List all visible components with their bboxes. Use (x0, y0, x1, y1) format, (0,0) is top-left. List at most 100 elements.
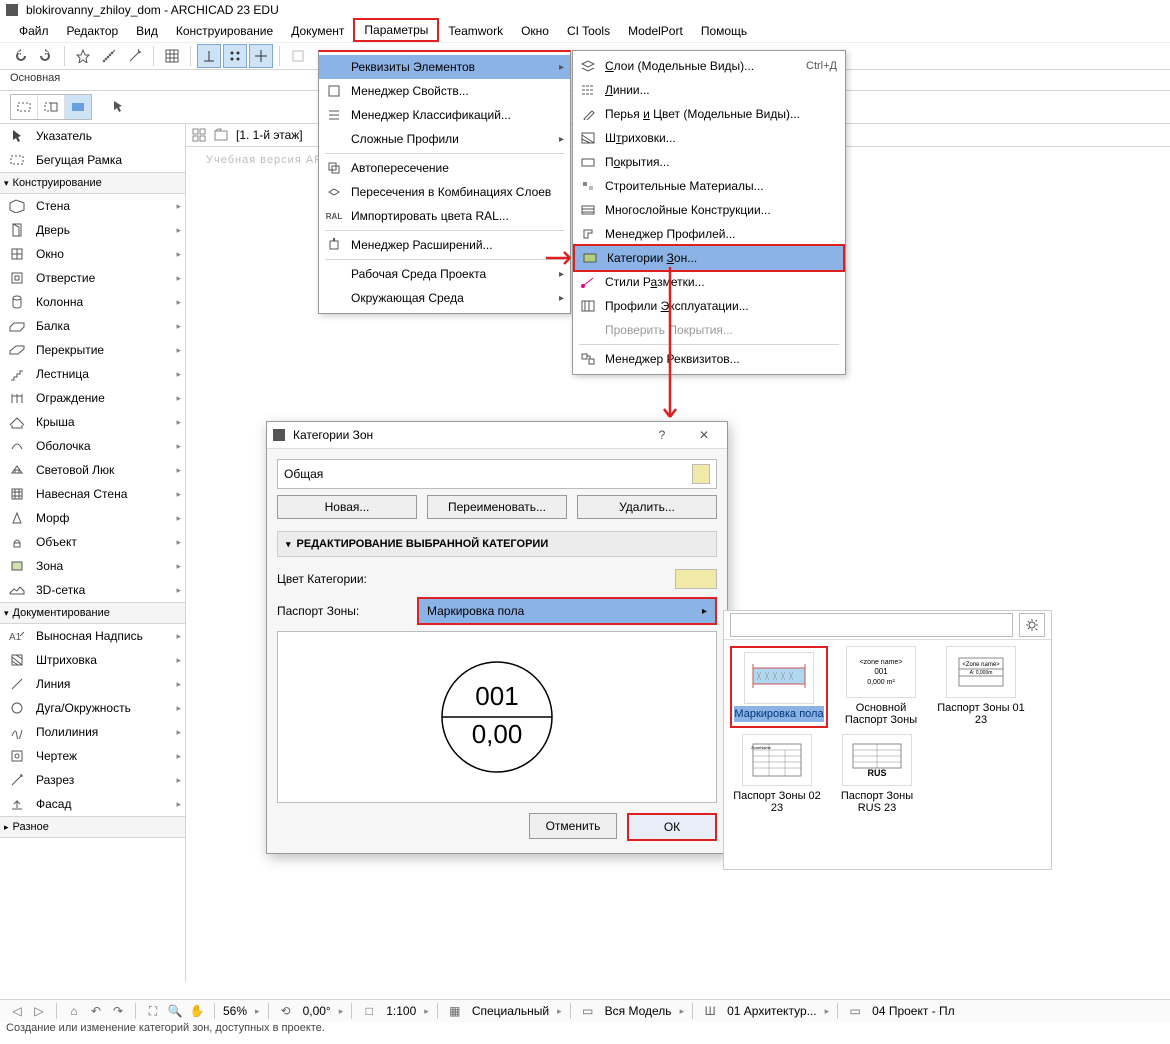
tool-window[interactable]: Окно▸ (0, 242, 185, 266)
layer-icon[interactable]: Ш (701, 1002, 719, 1020)
dd-environment[interactable]: Окружающая Среда▸ (319, 286, 570, 310)
tool-roof[interactable]: Крыша▸ (0, 410, 185, 434)
dd-layer-intersect[interactable]: Пересечения в Комбинациях Слоев (319, 180, 570, 204)
sm-materials[interactable]: Строительные Материалы... (573, 174, 845, 198)
sm-fills[interactable]: Штриховки... (573, 126, 845, 150)
dd-element-attributes[interactable]: Реквизиты Элементов▸ (319, 55, 570, 79)
tool-railing[interactable]: Ограждение▸ (0, 386, 185, 410)
tool-morph[interactable]: Морф▸ (0, 506, 185, 530)
menu-modelport[interactable]: ModelPort (619, 21, 692, 41)
menu-parameters[interactable]: Параметры (353, 18, 439, 42)
tool-fill[interactable]: Штриховка▸ (0, 648, 185, 672)
sm-pens[interactable]: Перья и Цвет (Модельные Виды)... (573, 102, 845, 126)
menu-help[interactable]: Помощь (692, 21, 756, 41)
dd-addon-mgr[interactable]: Менеджер Расширений... (319, 233, 570, 257)
menu-document[interactable]: Документ (282, 21, 353, 41)
sm-lines[interactable]: Линии... (573, 78, 845, 102)
model-icon[interactable]: ▭ (579, 1002, 597, 1020)
dd-auto-intersect[interactable]: Автопересечение (319, 156, 570, 180)
menu-editor[interactable]: Редактор (58, 21, 128, 41)
pan-icon[interactable]: ✋ (188, 1002, 206, 1020)
tool-opening[interactable]: Отверстие▸ (0, 266, 185, 290)
vp-tab-label[interactable]: [1. 1-й этаж] (236, 128, 303, 142)
delete-button[interactable]: Удалить... (577, 495, 717, 519)
tool-label[interactable]: A1Выносная Надпись▸ (0, 624, 185, 648)
vp-layout-icon[interactable] (192, 128, 206, 142)
sm-surfaces[interactable]: Покрытия... (573, 150, 845, 174)
tool-door[interactable]: Дверь▸ (0, 218, 185, 242)
vp-tab-icon[interactable] (214, 128, 228, 142)
zoom-value[interactable]: 56% (223, 1004, 247, 1018)
snap-guide-icon[interactable] (249, 44, 273, 68)
dd-class-mgr[interactable]: Менеджер Классификаций... (319, 103, 570, 127)
menu-design[interactable]: Конструирование (167, 21, 282, 41)
dd-ral-import[interactable]: RALИмпортировать цвета RAL... (319, 204, 570, 228)
zoom-in-icon[interactable]: 🔍 (166, 1002, 184, 1020)
menu-file[interactable]: Файл (10, 21, 58, 41)
stamp-tile-rus[interactable]: RUS Паспорт Зоны RUS 23 (830, 734, 924, 816)
rotate-icon[interactable]: ⟲ (277, 1002, 295, 1020)
layer-value[interactable]: 01 Архитектур... (727, 1004, 817, 1018)
menu-view[interactable]: Вид (127, 21, 167, 41)
nav-fwd-icon[interactable]: ▷ (30, 1002, 48, 1020)
dd-property-mgr[interactable]: Менеджер Свойств... (319, 79, 570, 103)
sm-zone-categories[interactable]: Категории Зон... (573, 244, 845, 272)
tool-beam[interactable]: Балка▸ (0, 314, 185, 338)
tool-polyline[interactable]: Полилиния▸ (0, 720, 185, 744)
magicwand-icon[interactable] (123, 44, 147, 68)
tool-object[interactable]: Объект▸ (0, 530, 185, 554)
stamp-tile-markirovka[interactable]: Маркировка пола (730, 646, 828, 728)
nav-back-icon[interactable]: ◁ (8, 1002, 26, 1020)
dd-complex-profiles[interactable]: Сложные Профили▸ (319, 127, 570, 151)
cancel-button[interactable]: Отменить (529, 813, 617, 839)
sel-mode2-icon[interactable] (38, 95, 65, 119)
close-icon[interactable]: ✕ (687, 424, 721, 446)
undo-icon[interactable] (8, 44, 32, 68)
tool-curtainwall[interactable]: Навесная Стена▸ (0, 482, 185, 506)
stamp-tile-02[interactable]: ZoneName Паспорт Зоны 02 23 (730, 734, 824, 816)
tool-elevation[interactable]: Фасад▸ (0, 792, 185, 816)
pick-icon[interactable] (71, 44, 95, 68)
section-design[interactable]: ▾Конструирование (0, 172, 185, 194)
rename-button[interactable]: Переименовать... (427, 495, 567, 519)
project-icon[interactable]: ▭ (846, 1002, 864, 1020)
zone-stamp-dropdown[interactable]: Маркировка пола ▸ (417, 597, 717, 625)
tool-pointer[interactable]: Указатель (0, 124, 185, 148)
tool-skylight[interactable]: Световой Люк▸ (0, 458, 185, 482)
measure-icon[interactable] (97, 44, 121, 68)
color-picker[interactable] (675, 569, 717, 589)
zoom-next-icon[interactable]: ↷ (109, 1002, 127, 1020)
sel-mode1-icon[interactable] (11, 95, 38, 119)
tool-line[interactable]: Линия▸ (0, 672, 185, 696)
scale-icon[interactable]: □ (360, 1002, 378, 1020)
help-icon[interactable]: ? (645, 424, 679, 446)
tool-wall[interactable]: Стена▸ (0, 194, 185, 218)
angle-value[interactable]: 0,00° (303, 1004, 331, 1018)
sm-markup-styles[interactable]: Стили Разметки... (573, 270, 845, 294)
zoom-home-icon[interactable]: ⌂ (65, 1002, 83, 1020)
tool-drawing[interactable]: Чертеж▸ (0, 744, 185, 768)
tool-marquee[interactable]: Бегущая Рамка (0, 148, 185, 172)
grid-icon[interactable] (160, 44, 184, 68)
sel-mode3-icon[interactable] (65, 95, 91, 119)
project-value[interactable]: 04 Проект - Пл (872, 1004, 955, 1018)
redo-icon[interactable] (34, 44, 58, 68)
tool-column[interactable]: Колонна▸ (0, 290, 185, 314)
edit-section-header[interactable]: ▾РЕДАКТИРОВАНИЕ ВЫБРАННОЙ КАТЕГОРИИ (277, 531, 717, 557)
tool-slab[interactable]: Перекрытие▸ (0, 338, 185, 362)
model-value[interactable]: Вся Модель (605, 1004, 672, 1018)
picker-search-input[interactable] (730, 613, 1013, 637)
sm-layers[interactable]: Слои (Модельные Виды)...Ctrl+Д (573, 54, 845, 78)
tool-arc[interactable]: Дуга/Окружность▸ (0, 696, 185, 720)
tool-section-cut[interactable]: Разрез▸ (0, 768, 185, 792)
picker-settings-icon[interactable] (1019, 613, 1045, 637)
snap-perp-icon[interactable] (197, 44, 221, 68)
tool-shell[interactable]: Оболочка▸ (0, 434, 185, 458)
new-button[interactable]: Новая... (277, 495, 417, 519)
pointer-icon[interactable] (112, 100, 124, 114)
stamp-tile-basic[interactable]: <zone name>0010,000 m² Основной Паспорт … (834, 646, 928, 728)
sm-profile-mgr[interactable]: Менеджер Профилей... (573, 222, 845, 246)
sm-attribute-mgr[interactable]: Менеджер Реквизитов... (573, 347, 845, 371)
mode-icon[interactable]: ▦ (446, 1002, 464, 1020)
stamp-tile-01[interactable]: <Zone name>A: 0,000m Паспорт Зоны 01 23 (934, 646, 1028, 728)
